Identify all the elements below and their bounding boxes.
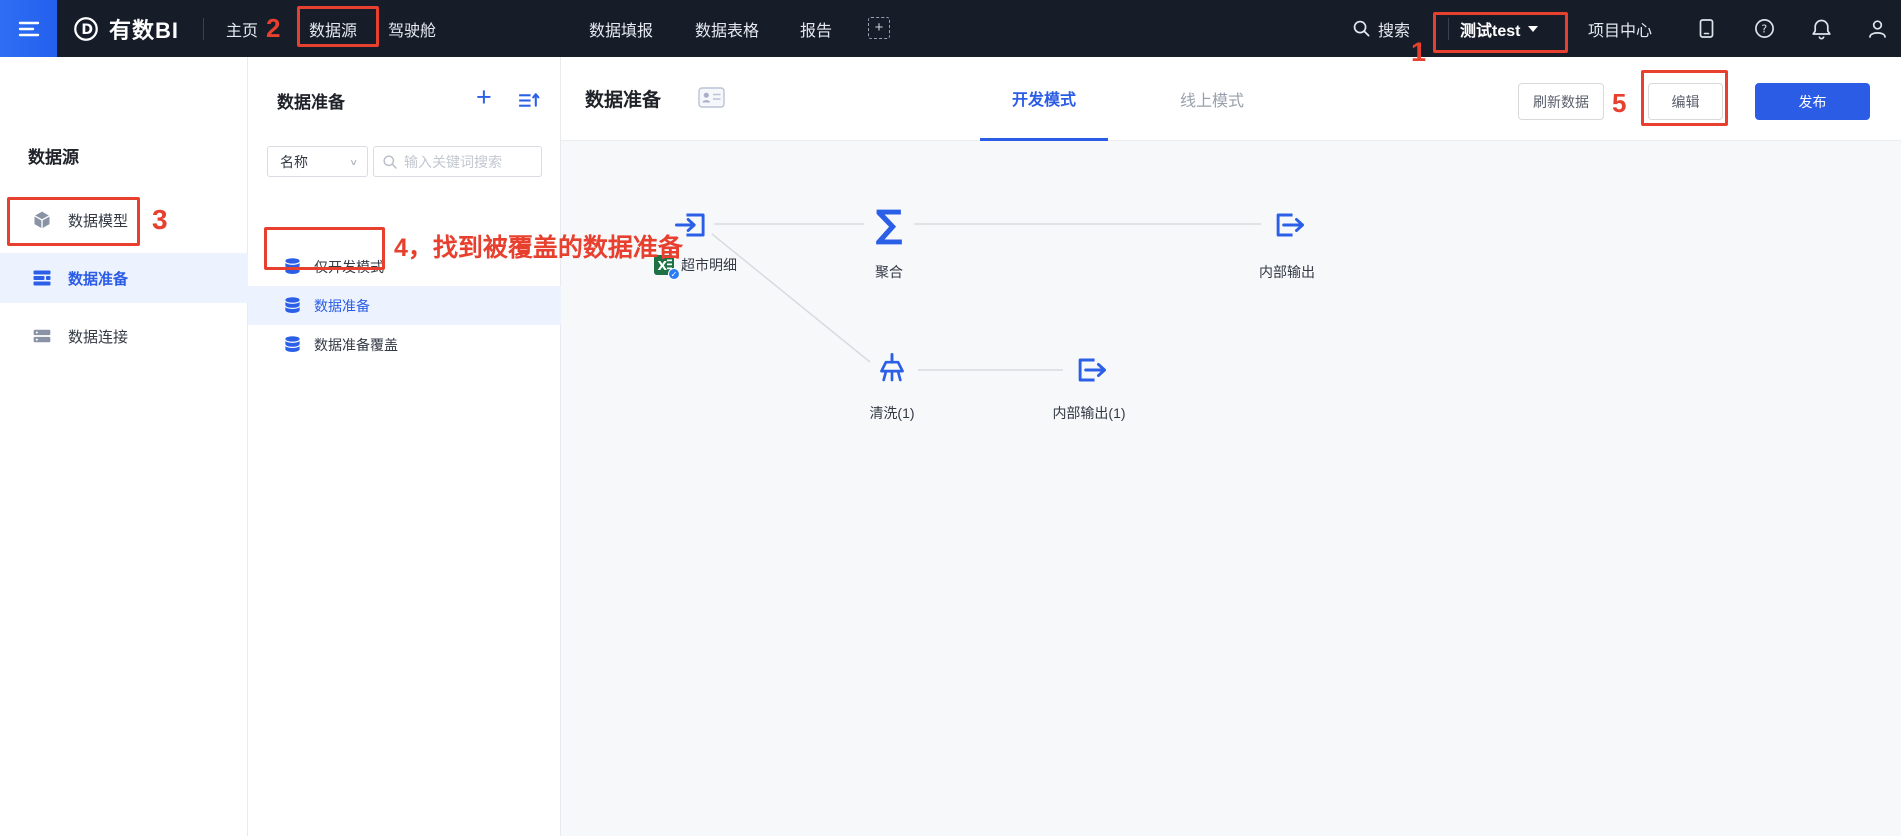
logo-text: 有数BI bbox=[109, 13, 179, 45]
check-badge-icon: ✓ bbox=[668, 268, 680, 280]
node-label-text: 超市明细 bbox=[681, 255, 737, 275]
sidebar-item-label: 数据连接 bbox=[68, 326, 128, 347]
sidebar-item-data-connection[interactable]: 数据连接 bbox=[0, 311, 248, 361]
nav-cockpit[interactable]: 驾驶舱 bbox=[388, 0, 436, 57]
node-aggregate-label: 聚合 bbox=[875, 262, 903, 282]
keyword-search-box bbox=[373, 146, 542, 177]
list-item-label: 仅开发模式 bbox=[314, 257, 384, 277]
panel-title: 数据准备 bbox=[277, 88, 345, 113]
database-icon bbox=[283, 296, 302, 315]
page-title: 数据准备 bbox=[585, 85, 661, 112]
tab-online-mode[interactable]: 线上模式 bbox=[1148, 57, 1276, 141]
user-icon[interactable] bbox=[1866, 17, 1889, 40]
excel-file-icon: X ✓ bbox=[653, 254, 675, 276]
nav-datasource[interactable]: 数据源 bbox=[309, 0, 357, 57]
topbar: D 有数BI 主页 数据源 驾驶舱 数据填报 数据表格 报告 + 搜索 测试te… bbox=[0, 0, 1901, 57]
cube-icon bbox=[32, 210, 52, 230]
help-icon[interactable]: ? bbox=[1753, 17, 1776, 40]
sidebar-item-data-model[interactable]: 数据模型 bbox=[0, 195, 248, 245]
mobile-device-icon[interactable] bbox=[1695, 17, 1718, 40]
node-output-2-label: 内部输出(1) bbox=[1052, 403, 1125, 423]
workspace-name: 测试test bbox=[1460, 17, 1520, 41]
svg-text:D: D bbox=[81, 22, 93, 38]
filter-bar: 名称 ∨ bbox=[267, 146, 542, 177]
sidebar-item-data-prep[interactable]: 数据准备 bbox=[0, 253, 248, 303]
project-center-link[interactable]: 项目中心 bbox=[1588, 0, 1652, 57]
nav-home[interactable]: 主页 bbox=[226, 0, 258, 57]
hamburger-icon bbox=[17, 17, 41, 41]
sidebar-title: 数据源 bbox=[28, 143, 79, 168]
sidebar-item-label: 数据准备 bbox=[68, 268, 128, 289]
broom-icon bbox=[872, 350, 912, 390]
node-clean-label: 清洗(1) bbox=[869, 403, 914, 423]
node-output-2[interactable] bbox=[1067, 348, 1111, 392]
node-output-1[interactable] bbox=[1265, 203, 1309, 247]
export-icon bbox=[1267, 205, 1307, 245]
stacked-bars-icon bbox=[32, 268, 52, 288]
add-button[interactable]: + bbox=[476, 84, 492, 111]
export-icon bbox=[1069, 350, 1109, 390]
list-item-label: 数据准备 bbox=[314, 296, 370, 316]
flow-canvas[interactable]: X ✓ 超市明细 ∑ 聚合 bbox=[561, 141, 1901, 836]
main-area: 数据准备 开发模式 线上模式 刷新数据 编辑 发布 bbox=[561, 57, 1901, 836]
search-label: 搜索 bbox=[1378, 17, 1410, 41]
svg-text:?: ? bbox=[1761, 23, 1767, 36]
chevron-down-icon: ∨ bbox=[349, 157, 358, 167]
sidebar: 数据源 数据模型 数据准备 数据连接 bbox=[0, 57, 248, 836]
topbar-divider bbox=[203, 18, 204, 40]
flow-edges bbox=[561, 141, 1901, 836]
database-icon bbox=[283, 335, 302, 354]
sigma-icon: ∑ bbox=[875, 205, 902, 243]
node-input-label: X ✓ 超市明细 bbox=[653, 254, 737, 276]
server-icon bbox=[32, 326, 52, 346]
search-icon bbox=[1352, 19, 1371, 38]
topbar-search[interactable]: 搜索 bbox=[1352, 0, 1410, 57]
svg-text:X: X bbox=[658, 258, 668, 273]
list-item-label: 数据准备覆盖 bbox=[314, 335, 398, 355]
workspace-dropdown[interactable]: 测试test bbox=[1460, 0, 1538, 57]
app-logo[interactable]: D 有数BI bbox=[72, 0, 179, 57]
nav-report[interactable]: 报告 bbox=[800, 0, 832, 57]
node-input[interactable] bbox=[670, 203, 714, 247]
publish-button[interactable]: 发布 bbox=[1755, 83, 1870, 120]
logo-icon: D bbox=[72, 15, 100, 43]
database-icon bbox=[283, 257, 302, 276]
search-icon bbox=[382, 154, 398, 170]
main-header: 数据准备 开发模式 线上模式 刷新数据 编辑 发布 bbox=[561, 57, 1901, 141]
topbar-divider-2 bbox=[1448, 18, 1449, 40]
node-output-1-label: 内部输出 bbox=[1259, 262, 1315, 282]
chevron-down-icon bbox=[1528, 26, 1538, 32]
nav-add-module-button[interactable]: + bbox=[868, 17, 890, 39]
edit-button[interactable]: 编辑 bbox=[1648, 83, 1723, 120]
list-panel: 数据准备 + 名称 ∨ bbox=[248, 57, 561, 836]
bell-icon[interactable] bbox=[1810, 17, 1833, 40]
hamburger-menu-button[interactable] bbox=[0, 0, 57, 57]
nav-datafill[interactable]: 数据填报 bbox=[589, 0, 653, 57]
keyword-search-input[interactable] bbox=[404, 154, 529, 170]
list-item-dev-only[interactable]: 仅开发模式 bbox=[248, 247, 561, 286]
nav-datatable[interactable]: 数据表格 bbox=[695, 0, 759, 57]
node-aggregate[interactable]: ∑ bbox=[867, 202, 911, 246]
page: D 有数BI 主页 数据源 驾驶舱 数据填报 数据表格 报告 + 搜索 测试te… bbox=[0, 0, 1901, 836]
id-card-icon[interactable] bbox=[698, 87, 725, 108]
filter-field-select[interactable]: 名称 ∨ bbox=[267, 146, 368, 177]
sort-list-icon[interactable] bbox=[516, 88, 541, 113]
list-item-data-prep[interactable]: 数据准备 bbox=[248, 286, 561, 325]
refresh-data-button[interactable]: 刷新数据 bbox=[1518, 83, 1604, 120]
tab-dev-mode[interactable]: 开发模式 bbox=[980, 57, 1108, 141]
filter-field-value: 名称 bbox=[280, 152, 308, 172]
node-clean[interactable] bbox=[870, 348, 914, 392]
import-icon bbox=[672, 205, 712, 245]
sidebar-item-label: 数据模型 bbox=[68, 210, 128, 231]
list-item-prep-override[interactable]: 数据准备覆盖 bbox=[248, 325, 561, 364]
